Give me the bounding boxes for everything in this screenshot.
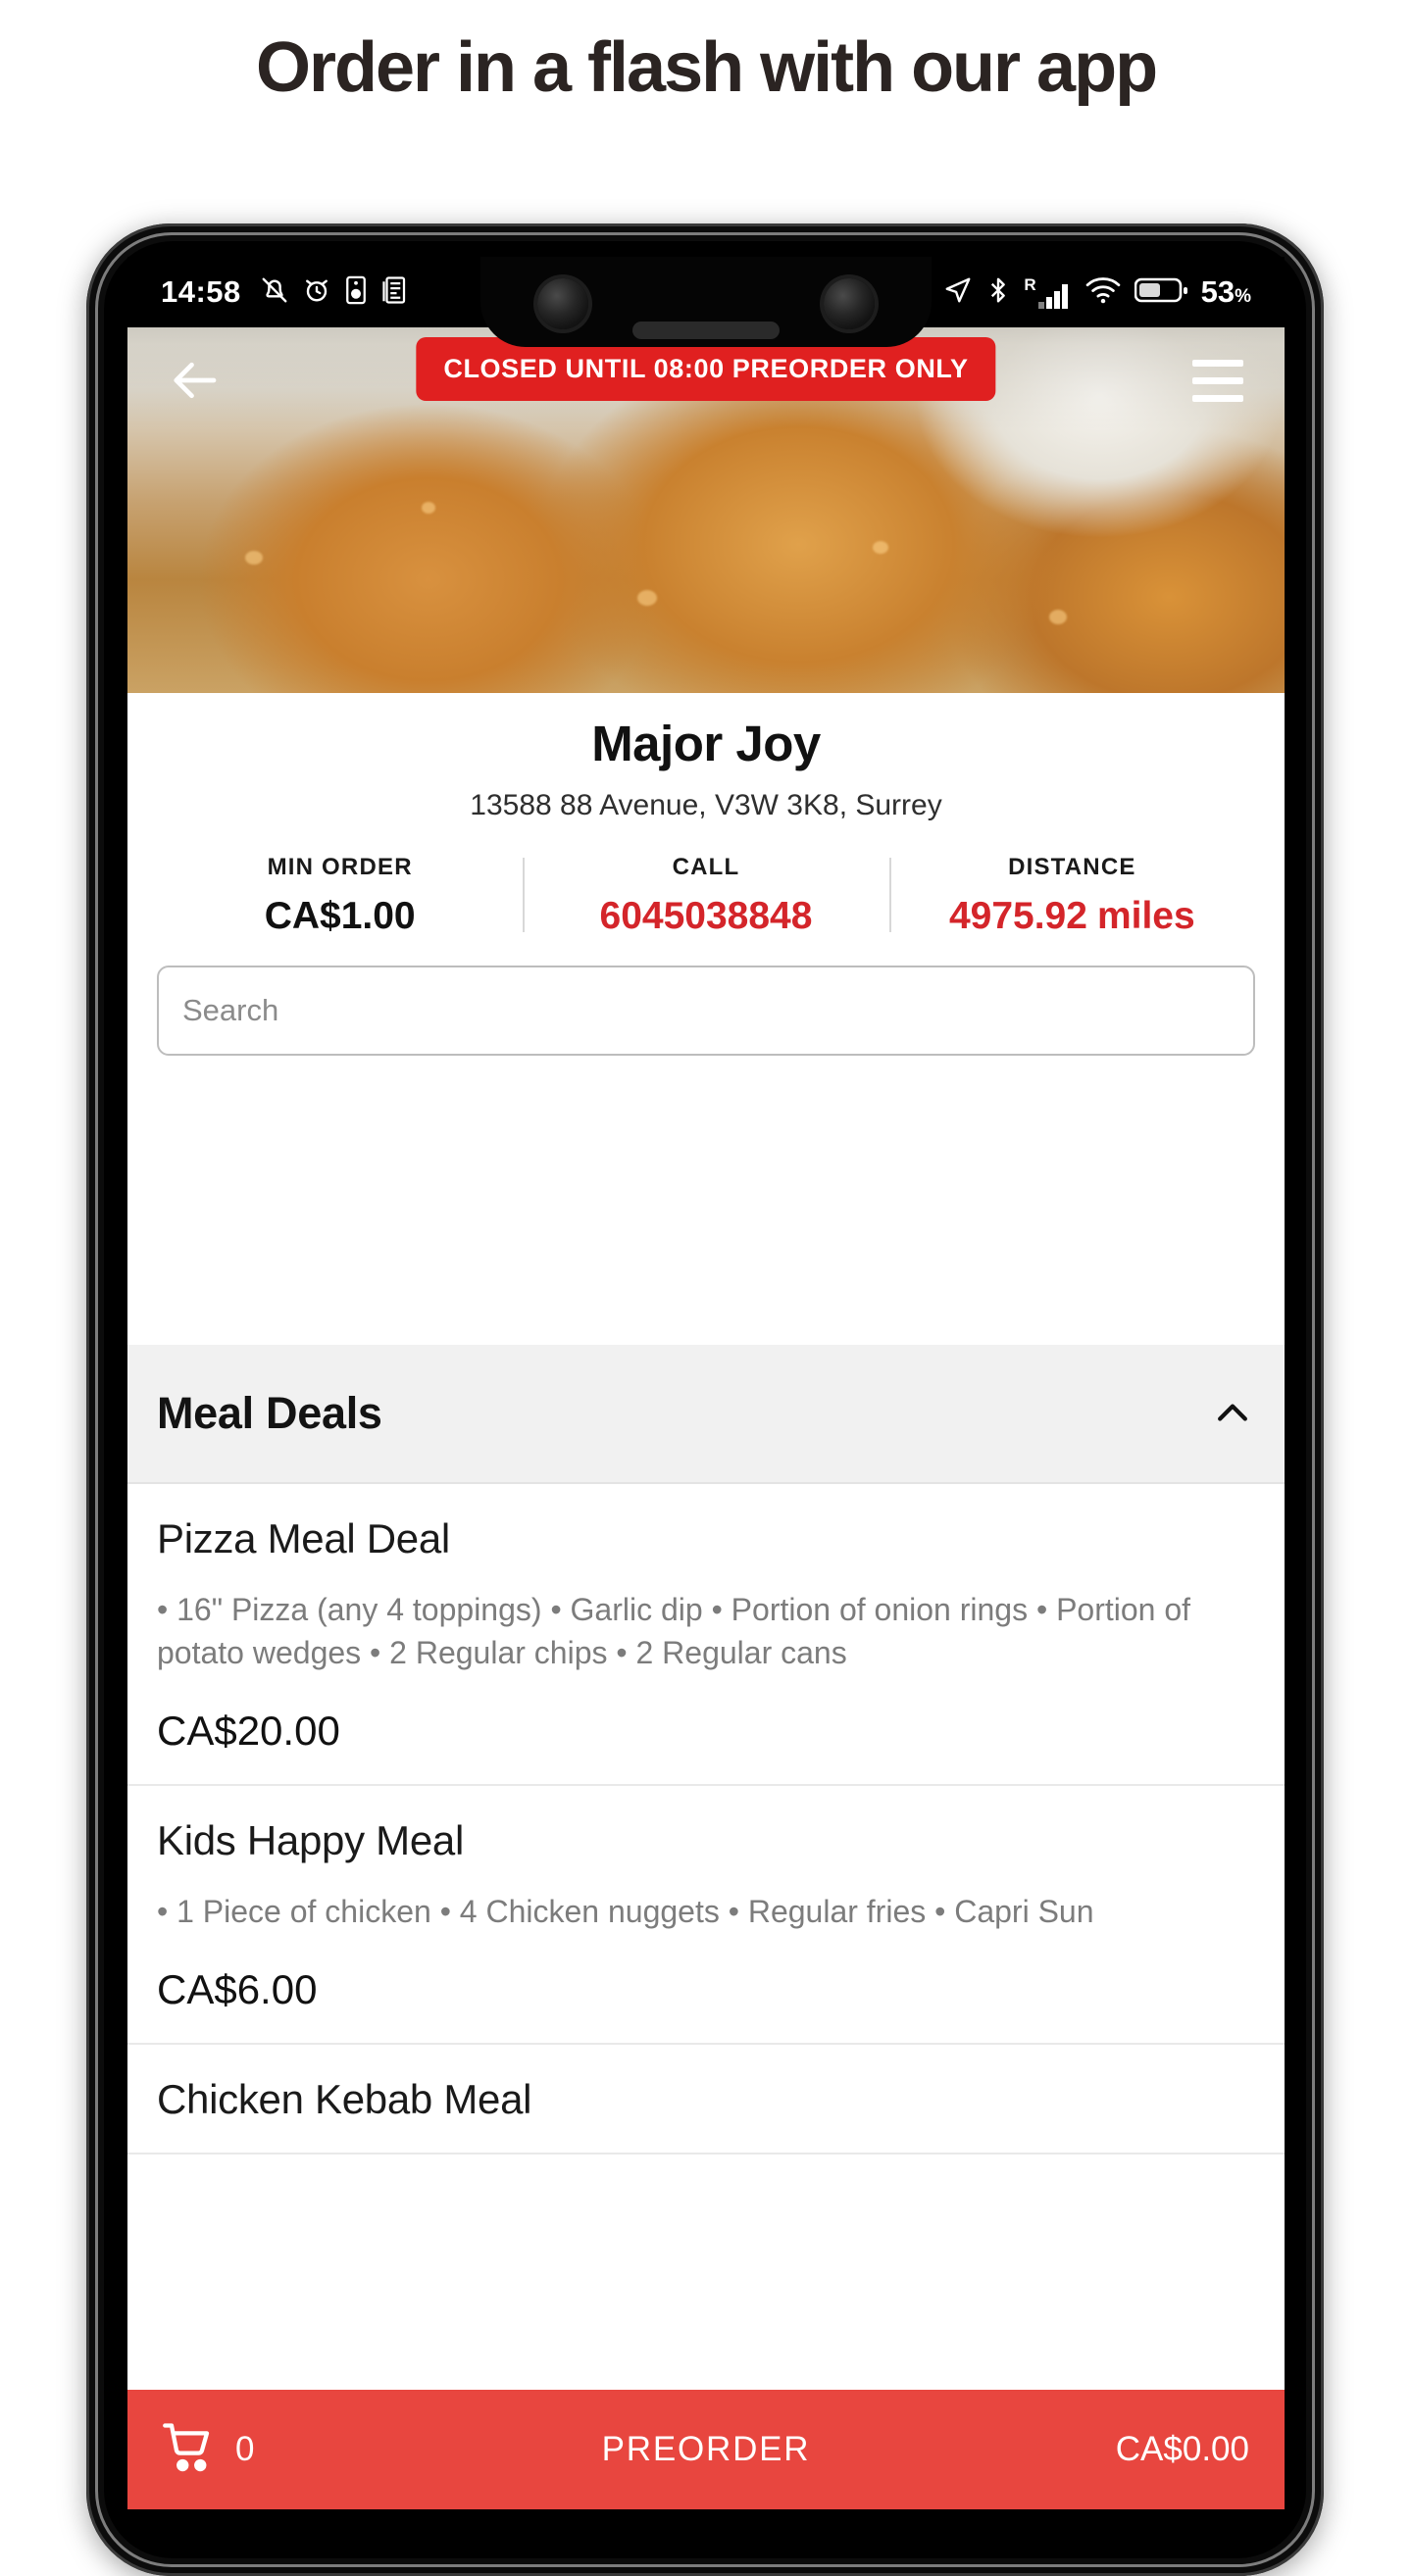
cart-item-count: 0 (235, 2430, 255, 2468)
alarm-icon (302, 275, 331, 310)
category-title: Meal Deals (157, 1388, 382, 1438)
phone-number-link[interactable]: 6045038848 (529, 895, 882, 938)
distance-number: 4975.92 (948, 895, 1087, 937)
stat-call[interactable]: CALL 6045038848 (523, 854, 888, 938)
stat-value: CA$1.00 (264, 895, 416, 937)
bluetooth-icon (986, 275, 1010, 310)
menu-item-name: Chicken Kebab Meal (157, 2076, 532, 2123)
chevron-up-icon[interactable] (1210, 1391, 1255, 1436)
status-bar-left: 14:58 (161, 274, 408, 310)
wifi-icon (1085, 276, 1121, 309)
speaker-icon (344, 275, 368, 310)
stat-label: MIN ORDER (267, 854, 413, 880)
front-camera-secondary-icon (824, 278, 875, 329)
hamburger-menu-icon[interactable] (1185, 347, 1251, 414)
hamburger-line (1192, 394, 1243, 402)
menu-item-description: • 1 Piece of chicken • 4 Chicken nuggets… (157, 1894, 1094, 1930)
news-icon (380, 275, 408, 310)
front-camera-icon (537, 278, 588, 329)
stat-distance: DISTANCE 4975.92 miles (888, 854, 1255, 938)
hamburger-line (1192, 359, 1243, 367)
restaurant-name: Major Joy (591, 716, 821, 771)
menu-item-pizza-meal-deal[interactable]: Pizza Meal Deal • 16" Pizza (any 4 toppi… (127, 1484, 1285, 1787)
stat-min-order: MIN ORDER CA$1.00 (157, 854, 523, 938)
camera-notch (480, 257, 932, 347)
category-header-meal-deals[interactable]: Meal Deals (127, 1345, 1285, 1484)
roaming-signal-icon: R (1024, 276, 1071, 309)
menu-item-description: • 16" Pizza (any 4 toppings) • Garlic di… (157, 1592, 1191, 1671)
menu-item-kids-happy-meal[interactable]: Kids Happy Meal • 1 Piece of chicken • 4… (127, 1786, 1285, 2046)
menu-item-name: Kids Happy Meal (157, 1817, 464, 1864)
restaurant-info-card: Major Joy 13588 88 Avenue, V3W 3K8, Surr… (127, 693, 1285, 1085)
bell-off-icon (260, 275, 289, 310)
search-input[interactable] (157, 966, 1255, 1056)
battery-icon (1134, 276, 1187, 309)
location-arrow-icon (943, 275, 973, 310)
stat-label: DISTANCE (1008, 854, 1136, 880)
status-bar-clock: 14:58 (161, 274, 241, 309)
shopping-cart-icon (163, 2422, 216, 2477)
preorder-button-label[interactable]: PREORDER (602, 2430, 811, 2469)
menu-item-name: Pizza Meal Deal (157, 1515, 450, 1561)
stat-label: CALL (672, 854, 740, 880)
stat-value: 4975.92 miles (895, 895, 1249, 938)
cart-group[interactable]: 0 (163, 2422, 255, 2477)
menu-item-price: CA$20.00 (157, 1708, 340, 1755)
cart-total-amount: CA$0.00 (1115, 2430, 1249, 2468)
search-container (127, 938, 1285, 1085)
battery-percentage: 53% (1200, 274, 1251, 309)
cart-action-bar[interactable]: 0 PREORDER CA$0.00 (127, 2390, 1285, 2509)
hamburger-line (1192, 376, 1243, 384)
back-arrow-icon[interactable] (163, 347, 229, 414)
restaurant-stats-row: MIN ORDER CA$1.00 CALL 6045038848 DISTAN… (127, 854, 1285, 938)
roaming-label: R (1024, 274, 1036, 294)
status-bar-right: R 53% (943, 274, 1251, 310)
earpiece-speaker (632, 322, 780, 339)
menu-list: Meal Deals Pizza Meal Deal • 16" Pizza (… (127, 1345, 1285, 2155)
page-title: Order in a flash with our app (255, 28, 1158, 107)
menu-item-chicken-kebab-meal[interactable]: Chicken Kebab Meal (127, 2045, 1285, 2155)
distance-unit: miles (1096, 895, 1195, 937)
app-screen: CLOSED UNTIL 08:00 PREORDER ONLY Major J… (127, 257, 1285, 2509)
restaurant-address: 13588 88 Avenue, V3W 3K8, Surrey (470, 789, 942, 821)
menu-item-price: CA$6.00 (157, 1966, 318, 2013)
